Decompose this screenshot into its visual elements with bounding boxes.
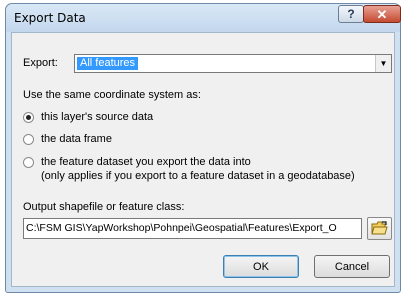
browse-button[interactable] xyxy=(367,217,392,240)
radio-button[interactable] xyxy=(23,134,34,145)
radio-button[interactable] xyxy=(23,157,34,168)
help-icon: ? xyxy=(347,7,355,21)
cancel-button[interactable]: Cancel xyxy=(314,255,390,278)
close-button[interactable]: ✕ xyxy=(363,5,401,23)
radio-label: the data frame xyxy=(41,133,112,145)
ok-button[interactable]: OK xyxy=(223,255,299,278)
dialog-title: Export Data xyxy=(14,11,86,25)
export-select-value: All features xyxy=(77,57,139,70)
radio-button-selected[interactable] xyxy=(23,112,34,123)
output-path-field[interactable]: C:\FSM GIS\YapWorkshop\Pohnpei\Geospatia… xyxy=(23,218,362,239)
export-label: Export: xyxy=(23,57,58,69)
radio-label: this layer's source data xyxy=(41,111,154,123)
export-data-dialog: Export Data ? ✕ Export: All features ▼ U… xyxy=(5,3,401,293)
output-label: Output shapefile or feature class: xyxy=(23,201,185,213)
export-select[interactable]: All features ▼ xyxy=(74,54,392,73)
coordinate-system-label: Use the same coordinate system as: xyxy=(23,89,201,101)
open-folder-icon xyxy=(371,221,388,235)
radio-label: the feature dataset you export the data … xyxy=(41,156,251,168)
dialog-body: Export: All features ▼ Use the same coor… xyxy=(11,32,395,287)
radio-note: (only applies if you export to a feature… xyxy=(41,170,355,182)
dropdown-arrow-icon[interactable]: ▼ xyxy=(375,55,391,72)
title-bar: Export Data ? ✕ xyxy=(6,4,401,32)
help-button[interactable]: ? xyxy=(338,5,364,23)
close-icon: ✕ xyxy=(376,6,388,22)
